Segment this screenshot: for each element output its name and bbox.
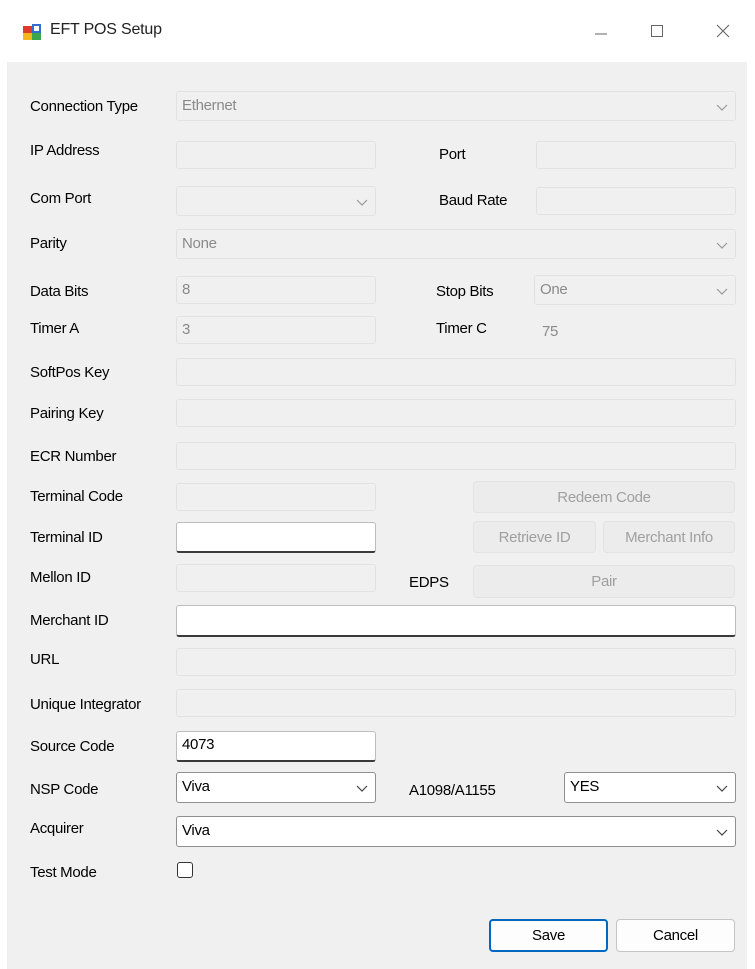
a1098-value: YES bbox=[570, 778, 600, 795]
merchant-id-label: Merchant ID bbox=[30, 612, 109, 629]
baud-rate-label: Baud Rate bbox=[439, 192, 508, 209]
title-bar: EFT POS Setup bbox=[0, 0, 755, 62]
window-title: EFT POS Setup bbox=[50, 21, 162, 38]
ip-address-field[interactable] bbox=[176, 141, 376, 169]
chevron-down-icon bbox=[356, 785, 368, 792]
redeem-code-button[interactable]: Redeem Code bbox=[473, 481, 735, 513]
chevron-down-icon bbox=[716, 288, 728, 295]
minimize-icon bbox=[595, 33, 607, 35]
acquirer-select[interactable]: Viva bbox=[176, 816, 736, 847]
acquirer-label: Acquirer bbox=[30, 820, 84, 837]
test-mode-checkbox[interactable] bbox=[177, 862, 193, 878]
timer-a-label: Timer A bbox=[30, 320, 80, 337]
merchant-id-field[interactable] bbox=[176, 605, 736, 637]
chevron-down-icon bbox=[716, 829, 728, 836]
minimize-button[interactable] bbox=[578, 14, 624, 48]
stop-bits-label: Stop Bits bbox=[436, 283, 494, 300]
data-bits-field[interactable]: 8 bbox=[176, 276, 376, 304]
parity-value: None bbox=[182, 235, 217, 252]
terminal-code-field[interactable] bbox=[176, 483, 376, 511]
source-code-field[interactable]: 4073 bbox=[176, 731, 376, 762]
window-bottom-edge bbox=[7, 962, 747, 969]
com-port-select[interactable] bbox=[176, 186, 376, 216]
softpos-key-field[interactable] bbox=[176, 358, 736, 386]
ecr-number-label: ECR Number bbox=[30, 448, 117, 465]
dialog-client-area: Connection Type Ethernet IP Address Port… bbox=[7, 62, 747, 962]
com-port-label: Com Port bbox=[30, 190, 91, 207]
nsp-code-label: NSP Code bbox=[30, 781, 99, 798]
pairing-key-field[interactable] bbox=[176, 399, 736, 427]
save-button[interactable]: Save bbox=[489, 919, 608, 952]
test-mode-label: Test Mode bbox=[30, 864, 97, 881]
a1098-label: A1098/A1155 bbox=[409, 782, 496, 799]
timer-c-label: Timer C bbox=[436, 320, 487, 337]
port-field[interactable] bbox=[536, 141, 736, 169]
app-icon bbox=[23, 24, 41, 40]
edps-label: EDPS bbox=[409, 574, 449, 591]
chevron-down-icon bbox=[356, 199, 368, 206]
nsp-code-select[interactable]: Viva bbox=[176, 772, 376, 803]
connection-type-select[interactable]: Ethernet bbox=[176, 91, 736, 121]
a1098-select[interactable]: YES bbox=[564, 772, 736, 803]
baud-rate-field[interactable] bbox=[536, 187, 736, 215]
close-button[interactable] bbox=[700, 14, 746, 48]
maximize-button[interactable] bbox=[634, 14, 680, 48]
chevron-down-icon bbox=[716, 242, 728, 249]
ip-address-label: IP Address bbox=[30, 142, 100, 159]
acquirer-value: Viva bbox=[182, 822, 210, 839]
mellon-id-label: Mellon ID bbox=[30, 569, 91, 586]
port-label: Port bbox=[439, 146, 466, 163]
cancel-button[interactable]: Cancel bbox=[616, 919, 735, 952]
parity-label: Parity bbox=[30, 235, 67, 252]
terminal-id-field[interactable] bbox=[176, 522, 376, 553]
nsp-code-value: Viva bbox=[182, 778, 210, 795]
connection-type-label: Connection Type bbox=[30, 98, 138, 115]
url-label: URL bbox=[30, 651, 60, 668]
merchant-info-button[interactable]: Merchant Info bbox=[603, 521, 735, 553]
pairing-key-label: Pairing Key bbox=[30, 405, 104, 422]
timer-c-field[interactable]: 75 bbox=[536, 318, 736, 346]
terminal-code-label: Terminal Code bbox=[30, 488, 123, 505]
chevron-down-icon bbox=[716, 104, 728, 111]
retrieve-id-button[interactable]: Retrieve ID bbox=[473, 521, 596, 553]
softpos-key-label: SoftPos Key bbox=[30, 364, 110, 381]
close-icon bbox=[716, 24, 730, 38]
chevron-down-icon bbox=[716, 785, 728, 792]
connection-type-value: Ethernet bbox=[182, 97, 237, 114]
stop-bits-value: One bbox=[540, 281, 568, 298]
source-code-label: Source Code bbox=[30, 738, 115, 755]
maximize-icon bbox=[651, 25, 663, 37]
url-field[interactable] bbox=[176, 648, 736, 676]
pair-button[interactable]: Pair bbox=[473, 565, 735, 598]
terminal-id-label: Terminal ID bbox=[30, 529, 103, 546]
ecr-number-field[interactable] bbox=[176, 442, 736, 470]
parity-select[interactable]: None bbox=[176, 229, 736, 259]
data-bits-label: Data Bits bbox=[30, 283, 89, 300]
mellon-id-field[interactable] bbox=[176, 564, 376, 592]
unique-integrator-field[interactable] bbox=[176, 689, 736, 717]
unique-integrator-label: Unique Integrator bbox=[30, 696, 141, 713]
timer-a-field[interactable]: 3 bbox=[176, 316, 376, 344]
stop-bits-select[interactable]: One bbox=[534, 275, 736, 305]
